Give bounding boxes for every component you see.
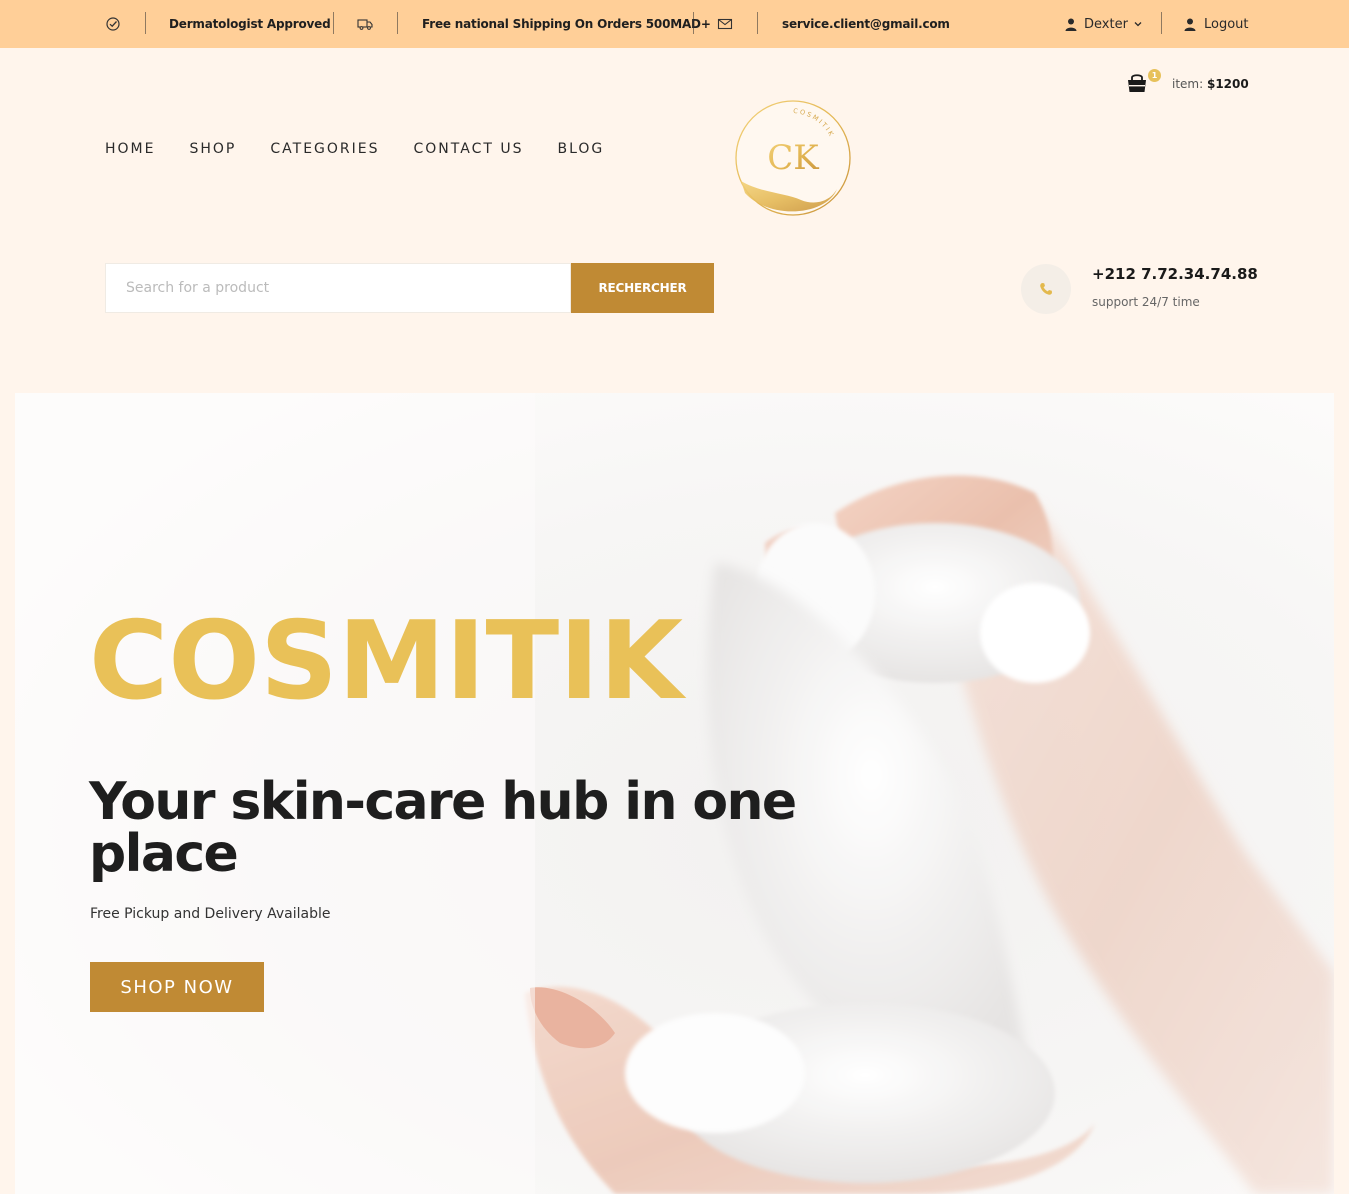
search-input[interactable] — [105, 263, 571, 313]
logout-link[interactable]: Logout — [1184, 0, 1249, 48]
user-menu[interactable]: Dexter — [1065, 0, 1142, 48]
logout-label: Logout — [1204, 16, 1249, 32]
shopping-bag-icon[interactable] — [1126, 72, 1148, 96]
cart-summary[interactable]: item: $1200 — [1172, 77, 1249, 91]
search-bar: RECHERCHER — [105, 263, 714, 313]
truck-icon — [357, 0, 373, 48]
cart-label: item: — [1172, 77, 1204, 91]
user-name: Dexter — [1084, 16, 1128, 32]
divider — [693, 12, 694, 34]
divider — [1161, 12, 1162, 34]
divider — [397, 12, 398, 34]
chevron-down-icon — [1134, 22, 1142, 27]
check-circle-icon — [105, 0, 121, 48]
nav-contact-us[interactable]: CONTACT US — [414, 141, 524, 157]
hero-heading: Your skin-care hub in one place — [89, 772, 797, 884]
free-shipping-text: Free national Shipping On Orders 500MAD+ — [422, 17, 711, 31]
hero-banner: COSMITIK Your skin-care hub in one place… — [15, 393, 1334, 1194]
shop-now-button[interactable]: SHOP NOW — [90, 962, 264, 1012]
nav-shop[interactable]: SHOP — [189, 141, 236, 157]
divider — [333, 12, 334, 34]
logo-monogram: CK — [767, 138, 819, 178]
hero-subtitle: Free Pickup and Delivery Available — [90, 906, 331, 922]
hero-brand-title: COSMITIK — [89, 599, 684, 724]
phone-number[interactable]: +212 7.72.34.74.88 — [1092, 265, 1258, 283]
nav-home[interactable]: HOME — [105, 141, 155, 157]
search-button[interactable]: RECHERCHER — [571, 263, 714, 313]
support-email-link[interactable]: service.client@gmail.com — [782, 17, 950, 31]
cart-count-badge: 1 — [1148, 69, 1161, 82]
support-hours-text: support 24/7 time — [1092, 295, 1200, 309]
dermatologist-approved-text: Dermatologist Approved — [169, 17, 331, 31]
user-icon — [1184, 18, 1196, 31]
cosmitik-logo[interactable]: CK COSMITIK — [731, 97, 855, 219]
mail-icon — [717, 0, 733, 48]
cart-total: $1200 — [1206, 77, 1249, 91]
top-bar: Dermatologist Approved Free national Shi… — [0, 0, 1349, 48]
divider — [145, 12, 146, 34]
divider — [757, 12, 758, 34]
user-icon — [1065, 18, 1077, 31]
nav-blog[interactable]: BLOG — [557, 141, 604, 157]
phone-icon-circle — [1021, 264, 1071, 314]
nav-categories[interactable]: CATEGORIES — [270, 141, 379, 157]
phone-icon — [1040, 283, 1052, 295]
main-nav: HOME SHOP CATEGORIES CONTACT US BLOG — [105, 141, 638, 157]
